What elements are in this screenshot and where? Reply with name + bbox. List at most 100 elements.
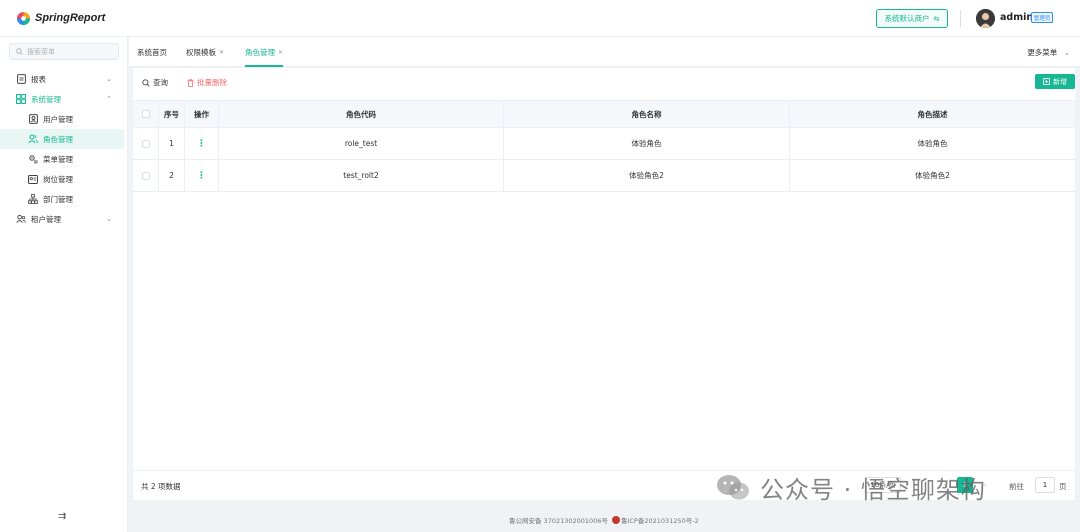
users-icon (28, 134, 38, 144)
user-card-icon (28, 114, 38, 124)
chevron-down-icon: ⌄ (1063, 48, 1070, 57)
column-header[interactable]: 角色名称 (504, 101, 790, 127)
sidebar: 搜索菜单 报表 ⌄ 系统管理 ⌃ 用户管理 角色管理 菜单管理 岗位管理 部门管… (0, 37, 128, 532)
role-code: role_test (219, 128, 504, 159)
menu-gear-icon (28, 154, 38, 164)
sidebar-item-label: 用户管理 (43, 114, 73, 124)
more-menu-label: 更多菜单 (1027, 48, 1058, 57)
table-header-row: 序号 操作 角色代码 角色名称 角色描述 (133, 101, 1075, 128)
row-actions-cell: ⋮ (185, 160, 219, 191)
springreport-logo-icon (16, 11, 31, 25)
role-name: 体验角色2 (504, 160, 790, 191)
role-code: test_rolt2 (219, 160, 504, 191)
row-select-cell (133, 160, 159, 191)
tab-label: 系统首页 (137, 47, 167, 57)
row-actions-cell: ⋮ (185, 128, 219, 159)
chevron-up-icon: ⌃ (106, 95, 112, 103)
top-header: SpringReport 系统默认商户 ⇆ admin 管理员 (0, 0, 1080, 37)
row-index: 2 (159, 160, 185, 191)
watermark-text: 公众号 · 悟空聊架构 (760, 476, 986, 504)
sidebar-item-label: 报表 (31, 74, 46, 84)
select-all-checkbox[interactable] (141, 110, 150, 118)
batch-delete-label: 批量删除 (197, 78, 227, 87)
tenant-button-label: 系统默认商户 (884, 14, 930, 23)
tab-home[interactable]: 系统首页 (137, 37, 167, 67)
sidebar-item-roles[interactable]: 角色管理 (0, 129, 124, 149)
search-icon (16, 48, 23, 55)
header-divider (960, 10, 961, 27)
wechat-watermark: 公众号 · 悟空聊架构 (716, 470, 986, 505)
chevron-down-icon: ⌄ (106, 215, 112, 223)
total-count: 共 2 项数据 (141, 482, 181, 491)
police-record-link[interactable]: 鲁公网安备 37021302001006号 (509, 515, 608, 525)
query-button[interactable]: 查询 (142, 77, 168, 88)
batch-delete-button[interactable]: 批量删除 (187, 77, 227, 88)
sidebar-item-menus[interactable]: 菜单管理 (0, 149, 124, 169)
page-unit-label: 页 (1059, 482, 1067, 491)
police-badge-icon (611, 516, 620, 524)
app-logo[interactable]: SpringReport (16, 10, 105, 26)
roles-table: 序号 操作 角色代码 角色名称 角色描述 1 ⋮ role_test 体验角色 … (133, 100, 1075, 192)
goto-label: 前往 (1009, 482, 1024, 491)
avatar-image-icon (976, 9, 995, 28)
sidebar-item-report[interactable]: 报表 ⌄ (0, 69, 124, 89)
search-icon (142, 78, 150, 87)
row-checkbox[interactable] (141, 171, 150, 180)
id-card-icon (28, 174, 38, 184)
plus-square-icon (1043, 78, 1050, 85)
goto-page-input[interactable]: 1 (1035, 477, 1055, 493)
sidebar-item-tenants[interactable]: 租户管理 ⌄ (0, 209, 124, 229)
menu-search-input[interactable]: 搜索菜单 (9, 43, 119, 60)
role-badge: 管理员 (1031, 12, 1053, 23)
tenant-switch-button[interactable]: 系统默认商户 ⇆ (876, 9, 948, 28)
sidebar-item-label: 菜单管理 (43, 154, 73, 164)
chevron-down-icon: ⌄ (106, 75, 112, 83)
sidebar-item-positions[interactable]: 岗位管理 (0, 169, 124, 189)
sidebar-item-label: 租户管理 (31, 214, 61, 224)
role-description: 体验角色 (917, 139, 948, 148)
row-index: 1 (159, 128, 185, 159)
wechat-icon (716, 474, 750, 502)
tenant-users-icon (16, 214, 26, 224)
tab-label: 角色管理 (245, 47, 275, 57)
more-menu-dropdown[interactable]: 更多菜单 ⌄ (1027, 47, 1070, 58)
collapse-sidebar-icon[interactable]: ⇉ (58, 511, 66, 522)
content-card: 查询 批量删除 新增 序号 操作 角色代码 角色名称 角色描述 1 ⋮ role… (133, 68, 1075, 500)
table-row[interactable]: 2 ⋮ test_rolt2 体验角色2 体验角色2 (133, 160, 1075, 192)
grid-icon (16, 94, 26, 104)
trash-icon (187, 78, 194, 87)
avatar[interactable] (976, 9, 995, 28)
row-select-cell (133, 128, 159, 159)
menu-search-placeholder: 搜索菜单 (27, 47, 55, 56)
query-label: 查询 (153, 78, 168, 87)
sidebar-item-label: 部门管理 (43, 194, 73, 204)
username[interactable]: admin (1000, 12, 1033, 23)
tab-role-management[interactable]: 角色管理 ✕ (245, 37, 284, 67)
more-actions-icon[interactable]: ⋮ (197, 139, 206, 149)
add-button[interactable]: 新增 (1035, 74, 1075, 89)
role-name: 体验角色 (504, 128, 790, 159)
column-header: 操作 (185, 101, 219, 127)
column-header[interactable]: 角色代码 (219, 101, 504, 127)
close-icon[interactable]: ✕ (278, 49, 283, 56)
sidebar-item-label: 系统管理 (31, 94, 61, 104)
more-actions-icon[interactable]: ⋮ (197, 171, 206, 181)
column-header: 序号 (159, 101, 185, 127)
tabs-bar: 系统首页 权限模板 ✕ 角色管理 ✕ 更多菜单 ⌄ (129, 37, 1080, 67)
close-icon[interactable]: ✕ (219, 49, 224, 56)
table-row[interactable]: 1 ⋮ role_test 体验角色 体验角色 (133, 128, 1075, 160)
sidebar-item-departments[interactable]: 部门管理 (0, 189, 124, 209)
column-header[interactable]: 角色描述 (790, 101, 1075, 127)
tab-permission-template[interactable]: 权限模板 ✕ (186, 37, 224, 67)
tab-label: 权限模板 (186, 47, 216, 57)
record-footer: 鲁公网安备 37021302001006号 鲁ICP备2021031250号-2 (509, 515, 699, 525)
sidebar-item-users[interactable]: 用户管理 (0, 109, 124, 129)
report-doc-icon (16, 74, 26, 84)
row-checkbox[interactable] (141, 139, 150, 148)
add-label: 新增 (1053, 77, 1067, 86)
org-tree-icon (28, 194, 38, 204)
sidebar-item-label: 岗位管理 (43, 174, 73, 184)
sidebar-item-system[interactable]: 系统管理 ⌃ (0, 89, 124, 109)
icp-record-link[interactable]: 鲁ICP备2021031250号-2 (621, 515, 699, 525)
app-name: SpringReport (35, 12, 106, 24)
